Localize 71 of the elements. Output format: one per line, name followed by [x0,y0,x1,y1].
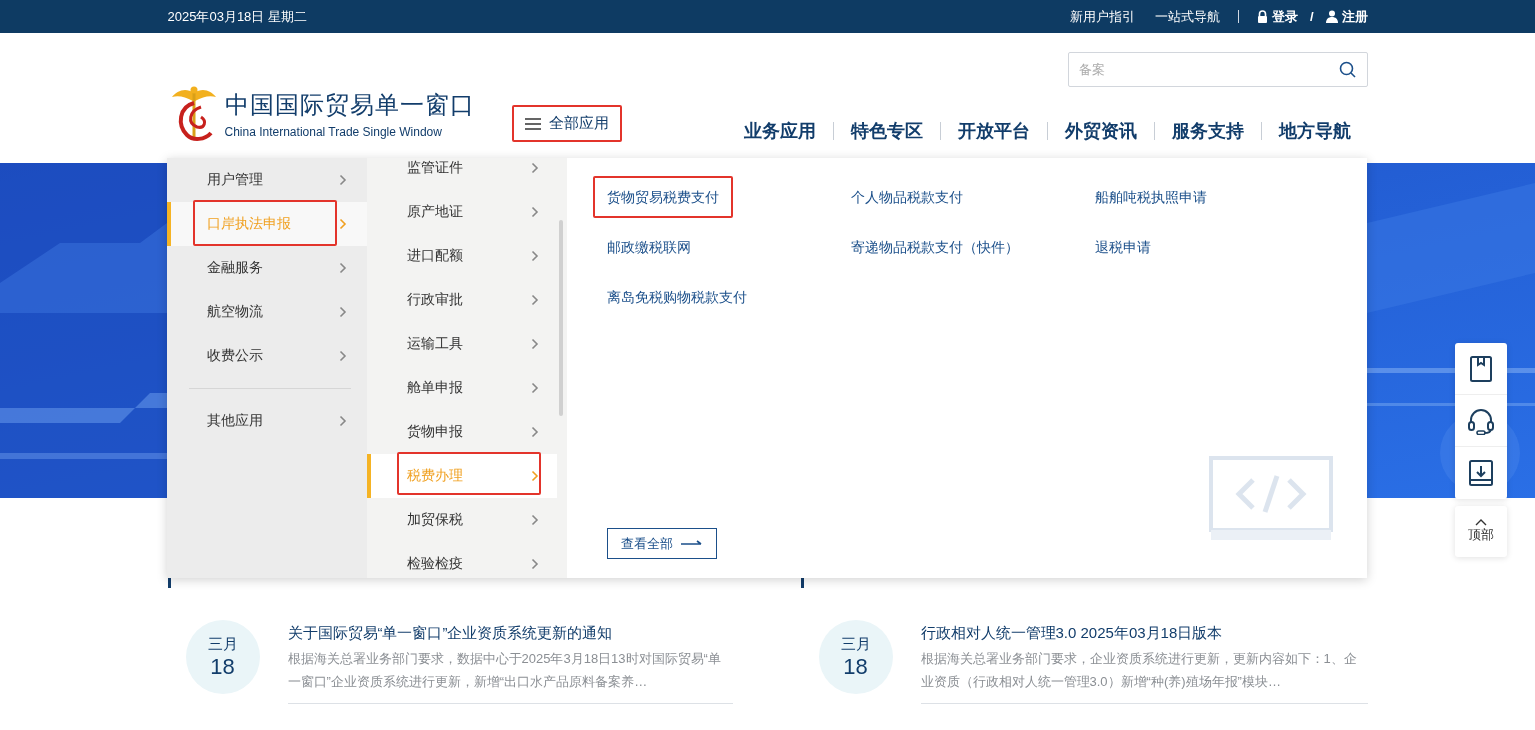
caret-icon [1475,519,1487,526]
search-field[interactable]: 备案 [1067,52,1368,87]
chevron-icon [531,514,539,526]
register-link[interactable]: 注册 [1341,7,1368,26]
day-text: 18 [210,653,235,680]
chevron-icon [339,306,347,318]
nav-link[interactable]: 开放平台 [940,119,1047,143]
nav-link[interactable]: 外贸资讯 [1047,119,1154,143]
menu-icon [524,117,541,130]
logo-subtitle: China International Trade Single Window [224,125,443,139]
app-link[interactable]: 寄递物品税款支付（快件） [837,226,1033,268]
back-to-top-button[interactable]: 顶部 [1455,506,1507,557]
logo-icon [170,85,217,143]
app-link[interactable]: 离岛免税购物税款支付 [593,276,761,318]
menu-item[interactable]: 舱单申报 [367,366,557,410]
app-link[interactable]: 船舶吨税执照申请 [1081,176,1221,218]
date-text: 2025年03月18日 星期二 [167,7,307,26]
news-title[interactable]: 行政相对人统一管理3.0 2025年03月18日版本 [920,624,1368,643]
user-icon [1325,10,1338,23]
chevron-icon [531,162,539,174]
scrollbar[interactable] [559,220,563,416]
menu-item[interactable]: 货物申报 [367,410,557,454]
menu-item[interactable]: 原产地证 [367,190,557,234]
menu-item[interactable]: 收费公示 [167,334,367,378]
chevron-icon [531,382,539,394]
nav-link[interactable]: 服务支持 [1154,119,1261,143]
app-link[interactable]: 邮政缴税联网 [593,226,705,268]
search-icon[interactable] [1338,61,1356,78]
menu-item[interactable]: 行政审批 [367,278,557,322]
chevron-icon [531,294,539,306]
chevron-icon [339,218,347,230]
menu-item[interactable]: 金融服务 [167,246,367,290]
chevron-icon [531,426,539,438]
menu-item[interactable]: 用户管理 [167,158,367,202]
view-all-button[interactable]: 查看全部 [607,528,717,559]
app-link[interactable]: 货物贸易税费支付 [593,176,733,218]
separator-text: / [1309,9,1314,24]
menu-item[interactable]: 监管证件 [367,158,557,190]
chevron-icon [339,415,347,427]
top-link[interactable]: 新用户指引 [1069,7,1135,26]
menu-item[interactable]: 进口配额 [367,234,557,278]
arrow-icon [681,539,703,548]
news-summary: 根据海关总署业务部门要求，数据中心于2025年3月18日13时对国际贸易“单一窗口”企业资质系统进行更新，新增“出口水产品原料备案养… [287,650,722,691]
day-text: 18 [843,653,868,680]
chevron-icon [339,262,347,274]
all-apps-button[interactable]: 全部应用 [514,108,619,139]
month-text: 三月 [207,634,238,654]
chevron-icon [339,174,347,186]
menu-item[interactable]: 检验检疫 [367,542,557,578]
news-title[interactable]: 关于国际贸易“单一窗口”企业资质系统更新的通知 [287,624,733,643]
logo-title: 中国国际贸易单一窗口 [224,90,475,120]
menu-item[interactable]: 运输工具 [367,322,557,366]
login-link[interactable]: 登录 [1271,7,1298,26]
menu-item[interactable]: 航空物流 [167,290,367,334]
chevron-icon [339,350,347,362]
chevron-icon [531,470,539,482]
chevron-icon [531,558,539,570]
app-link[interactable]: 退税申请 [1081,226,1165,268]
top-link[interactable]: 一站式导航 [1154,7,1220,26]
lock-icon [1256,10,1268,23]
news-summary: 根据海关总署业务部门要求，企业资质系统进行更新，更新内容如下：1、企业资质（行政相对人统一管理3.0）新增“种(养)殖场年报”模块… [920,650,1358,691]
menu-item[interactable]: 其他应用 [167,399,367,443]
month-text: 三月 [840,634,871,654]
chevron-icon [531,206,539,218]
chevron-icon [531,338,539,350]
nav-link[interactable]: 地方导航 [1261,119,1368,143]
nav-link[interactable]: 业务应用 [726,119,833,143]
menu-item[interactable]: 加贸保税 [367,498,557,542]
app-link[interactable]: 个人物品税款支付 [837,176,977,218]
chevron-icon [531,250,539,262]
nav-link[interactable]: 特色专区 [833,119,940,143]
